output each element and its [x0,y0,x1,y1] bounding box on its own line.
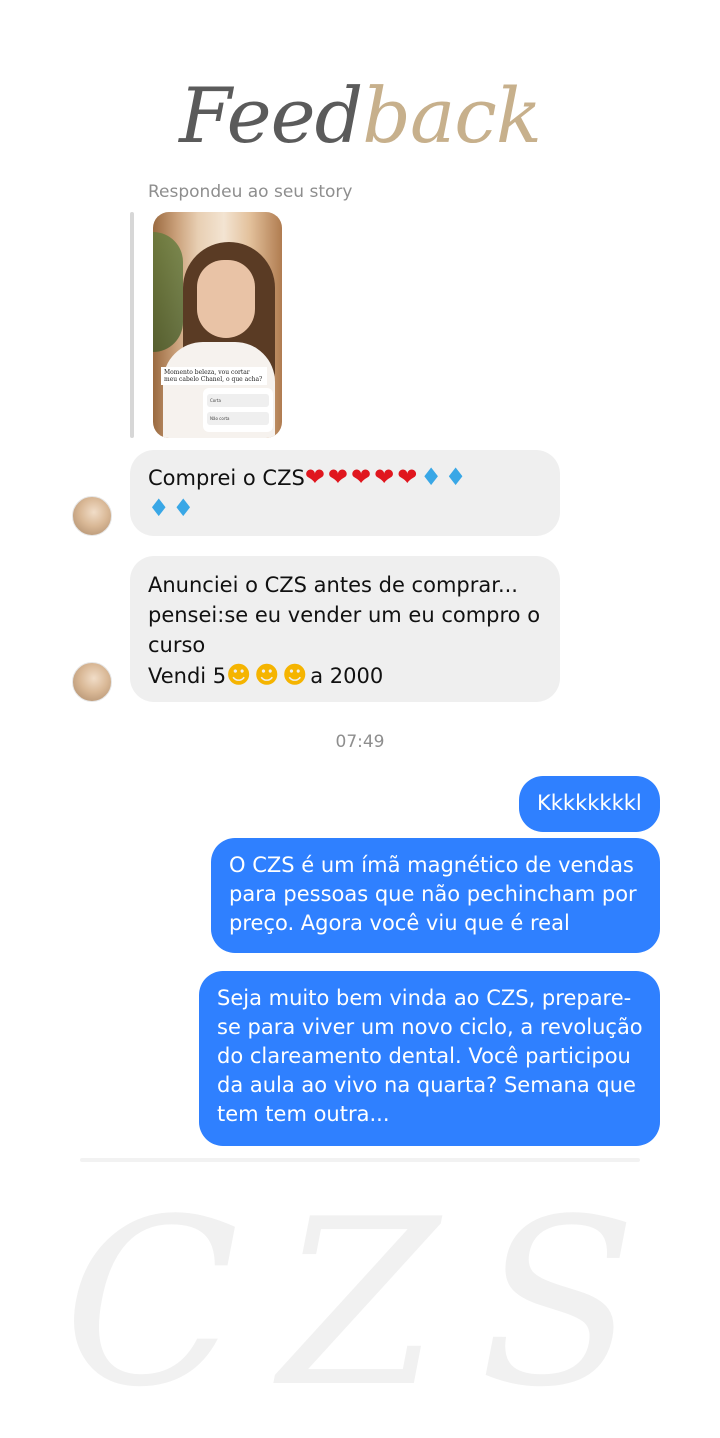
message-text: a 2000 [310,664,384,688]
message-line: pensei:se eu vender um eu compro o [148,603,541,627]
plant-decoration [153,232,183,352]
incoming-message-bubble: Comprei o CZS❤❤❤❤❤♦♦ ♦♦ [130,450,560,536]
message-timestamp: 07:49 [335,732,385,752]
story-thumbnail[interactable]: Momento beleza, vou cortar meu cabelo Ch… [153,212,282,438]
diamond-icon: ♦♦ [420,463,470,491]
message-text: Kkkkkkkkl [537,791,642,815]
story-reply-label: Respondeu ao seu story [148,182,353,202]
message-line: do clareamento dental. Você participou [217,1044,631,1068]
message-line: tem tem outra... [217,1102,390,1126]
message-line: preço. Agora você viu que é real [229,911,570,935]
outgoing-message-bubble: O CZS é um ímã magnético de vendas para … [211,838,660,953]
bottom-divider [80,1158,640,1162]
poll-option: Corta [207,394,269,407]
story-poll: Corta Não corta [203,388,273,432]
message-line: O CZS é um ímã magnético de vendas [229,853,634,877]
message-line: Anunciei o CZS antes de comprar... [148,573,518,597]
outgoing-message-bubble: Kkkkkkkkl [519,776,660,832]
red-heart-icon: ❤❤❤❤❤ [304,463,421,491]
message-line: curso [148,633,206,657]
message-text: Comprei o CZS [148,466,305,490]
sender-avatar[interactable] [72,496,112,536]
melting-face-icon: ☻☻☻ [226,661,311,689]
title-part-back: back [362,71,542,160]
incoming-message-bubble: Anunciei o CZS antes de comprar... pense… [130,556,560,702]
message-line: Seja muito bem vinda ao CZS, prepare- [217,986,632,1010]
message-line: da aula ao vivo na quarta? Semana que [217,1073,636,1097]
story-reply-bar [130,212,134,438]
title-part-feed: Feed [179,71,363,160]
message-text: Vendi 5 [148,664,227,688]
outgoing-message-bubble: Seja muito bem vinda ao CZS, prepare- se… [199,971,660,1146]
feedback-title: Feedback [0,78,720,154]
poll-option: Não corta [207,412,269,425]
czs-watermark: CZS [63,1171,677,1438]
sender-avatar[interactable] [72,662,112,702]
diamond-icon: ♦♦ [148,494,198,522]
story-person-face [197,260,255,338]
story-caption: Momento beleza, vou cortar meu cabelo Ch… [161,367,267,385]
message-line: para pessoas que não pechincham por [229,882,637,906]
message-line: se para viver um novo ciclo, a revolução [217,1015,643,1039]
